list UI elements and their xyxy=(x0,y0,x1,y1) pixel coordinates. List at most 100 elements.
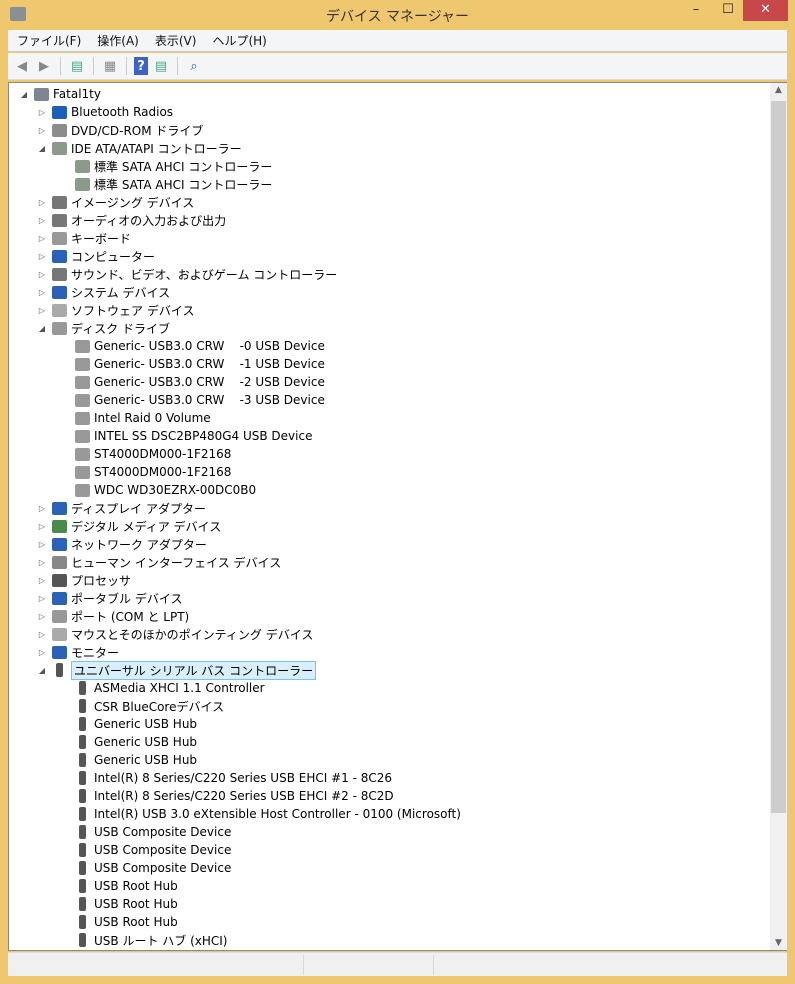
tree-item[interactable]: 標準 SATA AHCI コントローラー xyxy=(56,175,272,193)
properties-icon[interactable]: ▦ xyxy=(101,57,119,75)
vertical-scrollbar[interactable]: ▲ ▼ xyxy=(770,83,787,950)
expand-arrow-icon[interactable]: ▷ xyxy=(37,234,47,243)
expand-arrow-icon[interactable]: ▷ xyxy=(37,576,47,585)
tree-item[interactable]: Generic USB Hub xyxy=(56,715,197,733)
tree-item[interactable]: ST4000DM000-1F2168 xyxy=(56,463,231,481)
back-arrow-icon[interactable]: ◀ xyxy=(13,57,31,75)
expand-arrow-icon[interactable]: ▷ xyxy=(37,558,47,567)
expand-arrow-icon[interactable]: ▷ xyxy=(37,126,47,135)
tree-item[interactable]: ▷ オーディオの入力および出力 xyxy=(37,211,226,229)
tree-item[interactable]: Generic- USB3.0 CRW -1 USB Device xyxy=(56,355,325,373)
tree-item[interactable]: ◢ ユニバーサル シリアル バス コントローラー xyxy=(37,660,317,680)
tree-item[interactable]: Generic- USB3.0 CRW -2 USB Device xyxy=(56,373,325,391)
tree-item[interactable]: ▷ マウスとそのほかのポインティング デバイス xyxy=(37,625,313,643)
expand-arrow-icon[interactable]: ▷ xyxy=(37,612,47,621)
tree-item[interactable]: Intel(R) 8 Series/C220 Series USB EHCI #… xyxy=(56,769,392,787)
tree-item[interactable]: ▷ DVD/CD-ROM ドライブ xyxy=(37,121,203,139)
tree-item[interactable]: ◢ IDE ATA/ATAPI コントローラー xyxy=(37,139,242,157)
expand-arrow-icon[interactable]: ▷ xyxy=(37,522,47,531)
expand-arrow-icon[interactable]: ▷ xyxy=(37,252,47,261)
tree-item[interactable]: ▷ ポータブル デバイス xyxy=(37,589,182,607)
menu-view[interactable]: 表示(V) xyxy=(155,32,197,49)
tree-item[interactable]: USB Composite Device xyxy=(56,859,231,877)
expand-arrow-icon[interactable]: ▷ xyxy=(37,504,47,513)
expand-arrow-icon[interactable]: ▷ xyxy=(37,270,47,279)
collapse-arrow-icon[interactable]: ◢ xyxy=(19,90,29,99)
tree-item[interactable]: Generic- USB3.0 CRW -3 USB Device xyxy=(56,391,325,409)
tree-item[interactable]: ▷ デジタル メディア デバイス xyxy=(37,517,221,535)
tree-item[interactable]: ▷ システム デバイス xyxy=(37,283,170,301)
usb-icon xyxy=(79,699,86,713)
tree-item[interactable]: ▷ キーボード xyxy=(37,229,131,247)
tree-item[interactable]: INTEL SS DSC2BP480G4 USB Device xyxy=(56,427,312,445)
show-action-pane-icon[interactable]: ▤ xyxy=(152,57,170,75)
tree-item[interactable]: ASMedia XHCI 1.1 Controller xyxy=(56,679,265,697)
tree-item[interactable]: ▷ ソフトウェア デバイス xyxy=(37,301,194,319)
tree-item[interactable]: Intel(R) USB 3.0 eXtensible Host Control… xyxy=(56,805,461,823)
tree-item[interactable]: USB ルート ハブ (xHCI) xyxy=(56,931,227,949)
usb-icon xyxy=(79,825,86,839)
disk-drive-icon xyxy=(75,393,90,407)
tree-item[interactable]: Generic USB Hub xyxy=(56,751,197,769)
scroll-up-icon[interactable]: ▲ xyxy=(770,85,787,95)
scrollbar-thumb[interactable] xyxy=(771,101,786,813)
tree-item[interactable]: CSR BlueCoreデバイス xyxy=(56,697,224,715)
tree-item[interactable]: ▷ サウンド、ビデオ、およびゲーム コントローラー xyxy=(37,265,337,283)
close-button[interactable]: ✕ xyxy=(743,0,788,21)
expand-arrow-icon[interactable]: ▷ xyxy=(37,648,47,657)
tree-item[interactable]: USB Composite Device xyxy=(56,841,231,859)
collapse-arrow-icon[interactable]: ◢ xyxy=(37,666,47,675)
tree-item[interactable]: ◢ ディスク ドライブ xyxy=(37,319,170,337)
tree-item[interactable]: ▷ プロセッサ xyxy=(37,571,131,589)
expand-arrow-icon[interactable]: ▷ xyxy=(37,288,47,297)
collapse-arrow-icon[interactable]: ◢ xyxy=(37,144,47,153)
expand-arrow-icon[interactable]: ▷ xyxy=(37,108,47,117)
tree-item-label: Intel(R) USB 3.0 eXtensible Host Control… xyxy=(94,807,461,821)
tree-item[interactable]: 標準 SATA AHCI コントローラー xyxy=(56,157,272,175)
tree-item-label: システム デバイス xyxy=(71,285,171,300)
tree-item[interactable]: USB Root Hub xyxy=(56,913,178,931)
expand-arrow-icon[interactable]: ▷ xyxy=(37,306,47,315)
maximize-button[interactable]: ☐ xyxy=(712,0,744,21)
help-icon[interactable]: ? xyxy=(134,57,148,75)
tree-item[interactable]: ▷ ポート (COM と LPT) xyxy=(37,607,189,625)
scan-hardware-icon[interactable]: ⌕ xyxy=(185,57,203,75)
window-title: デバイス マネージャー xyxy=(325,9,470,25)
port-icon xyxy=(52,609,67,623)
media-device-icon xyxy=(52,519,67,533)
tree-item[interactable]: WDC WD30EZRX-00DC0B0 xyxy=(56,481,256,499)
expand-arrow-icon[interactable]: ▷ xyxy=(37,540,47,549)
tree-item[interactable]: Generic- USB3.0 CRW -0 USB Device xyxy=(56,337,325,355)
tree-item[interactable]: ST4000DM000-1F2168 xyxy=(56,445,231,463)
minimize-button[interactable]: – xyxy=(680,0,712,21)
scroll-down-icon[interactable]: ▼ xyxy=(770,938,787,948)
tree-item-label: 標準 SATA AHCI コントローラー xyxy=(94,159,273,174)
tree-item[interactable]: Intel Raid 0 Volume xyxy=(56,409,211,427)
tree-item[interactable]: ▷ イメージング デバイス xyxy=(37,193,194,211)
menu-action[interactable]: 操作(A) xyxy=(97,32,139,49)
expand-arrow-icon[interactable]: ▷ xyxy=(37,630,47,639)
show-hide-console-tree-icon[interactable]: ▤ xyxy=(68,57,86,75)
tree-item[interactable]: ▷ ネットワーク アダプター xyxy=(37,535,207,553)
tree-item[interactable]: Generic USB Hub xyxy=(56,733,197,751)
tree-item-label: 標準 SATA AHCI コントローラー xyxy=(94,177,273,192)
disk-drive-icon xyxy=(75,339,90,353)
tree-item[interactable]: USB Root Hub xyxy=(56,877,178,895)
tree-item[interactable]: USB Composite Device xyxy=(56,823,231,841)
tree-item[interactable]: ▷ Bluetooth Radios xyxy=(37,103,173,121)
monitor-icon xyxy=(52,249,67,263)
tree-item[interactable]: ▷ ディスプレイ アダプター xyxy=(37,499,206,517)
expand-arrow-icon[interactable]: ▷ xyxy=(37,594,47,603)
menu-file[interactable]: ファイル(F) xyxy=(17,32,81,49)
collapse-arrow-icon[interactable]: ◢ xyxy=(37,324,47,333)
tree-item[interactable]: ▷ ヒューマン インターフェイス デバイス xyxy=(37,553,281,571)
tree-item[interactable]: Intel(R) 8 Series/C220 Series USB EHCI #… xyxy=(56,787,394,805)
forward-arrow-icon[interactable]: ▶ xyxy=(35,57,53,75)
expand-arrow-icon[interactable]: ▷ xyxy=(37,216,47,225)
tree-item[interactable]: ▷ モニター xyxy=(37,643,119,661)
tree-item[interactable]: ◢ Fatal1ty xyxy=(19,85,101,103)
expand-arrow-icon[interactable]: ▷ xyxy=(37,198,47,207)
tree-item[interactable]: ▷ コンピューター xyxy=(37,247,155,265)
menu-help[interactable]: ヘルプ(H) xyxy=(212,32,266,49)
tree-item[interactable]: USB Root Hub xyxy=(56,895,178,913)
